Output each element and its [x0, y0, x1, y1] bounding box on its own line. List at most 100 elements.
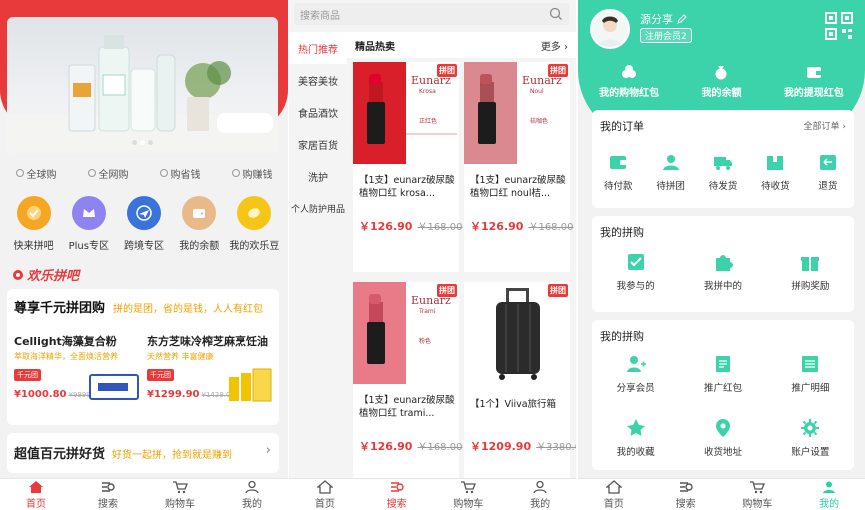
- order-pending-payment[interactable]: 待付款: [592, 152, 644, 192]
- product-image: Eunarz Noul 桔咖色: [464, 62, 570, 164]
- tab-mine[interactable]: 我的: [216, 479, 288, 510]
- product-panel: 精品热卖 更多 › Eunarz Krosa 正红色 拼团 【1支】eunarz…: [347, 32, 576, 478]
- promo-details[interactable]: 推广明细: [767, 354, 854, 394]
- price-value: ¥1299.90: [147, 389, 200, 400]
- home-screen: 全球购 全网购 购省钱 购赚钱 快来拼吧 Plus专区 跨境专区 我的余额 我的…: [0, 0, 288, 510]
- account-settings[interactable]: 账户设置: [767, 418, 854, 458]
- sidebar-item-care[interactable]: 洗护: [289, 160, 347, 192]
- tab-cart[interactable]: 购物车: [433, 479, 505, 510]
- product-subtitle: 萃取海洋精华，全面焕活营养: [14, 352, 118, 361]
- category-group-buy[interactable]: 快来拼吧: [6, 196, 61, 252]
- tab-search[interactable]: 搜索: [72, 479, 144, 510]
- star-icon: [626, 419, 645, 436]
- category-beans[interactable]: 我的欢乐豆: [227, 196, 282, 252]
- order-pending-shipment[interactable]: 待发货: [697, 152, 749, 192]
- tab-mine[interactable]: 我的: [504, 479, 576, 510]
- tab-cart[interactable]: 购物车: [144, 479, 216, 510]
- tab-home[interactable]: 首页: [578, 479, 650, 510]
- share-member[interactable]: 分享会员: [592, 354, 679, 394]
- product-card[interactable]: Cellight海藻复合粉 萃取海洋精华，全面焕活营养 千元团 ¥1000.80…: [14, 333, 142, 417]
- tab-label: 搜索: [675, 498, 696, 510]
- feature-label: 购省钱: [170, 169, 201, 181]
- stat-balance[interactable]: 我的余额: [701, 64, 741, 99]
- tab-label: 首页: [314, 498, 335, 510]
- feature-label: 全球购: [26, 169, 57, 181]
- more-link[interactable]: 更多 ›: [541, 38, 568, 53]
- my-favorites[interactable]: 我的收藏: [592, 418, 679, 458]
- shipping-address[interactable]: 收货地址: [679, 418, 766, 458]
- edit-icon[interactable]: [677, 14, 687, 24]
- shade-label: Noul: [530, 88, 544, 95]
- tab-search[interactable]: 搜索: [361, 479, 433, 510]
- tab-home[interactable]: 首页: [289, 479, 361, 510]
- search-icon[interactable]: [549, 7, 563, 21]
- category-label: 快来拼吧: [13, 241, 54, 252]
- username-text: 源分享: [640, 13, 673, 26]
- group-badge: 拼团: [548, 284, 568, 297]
- carousel-dots[interactable]: [7, 140, 278, 145]
- hundred-group-card[interactable]: 超值百元拼好货 好货一起拼，抢到就是赚到 ›: [7, 433, 279, 473]
- product-name: 【1支】eunarz破尿酸植物口红 noul桔...: [470, 175, 566, 199]
- bean-icon: [237, 196, 272, 230]
- product-card[interactable]: 拼团 【1个】Viiva旅行箱 ￥1209.90 ￥3380.0: [464, 282, 576, 478]
- avatar[interactable]: [590, 9, 630, 49]
- category-cross-border[interactable]: 跨境专区: [116, 196, 171, 252]
- sidebar-item-beauty[interactable]: 美容美妆: [289, 64, 347, 96]
- old-price: ￥168.00: [417, 442, 463, 453]
- order-pending-receipt[interactable]: 待收货: [749, 152, 801, 192]
- tab-search[interactable]: 搜索: [650, 479, 722, 510]
- feature-label: 购赚钱: [242, 169, 273, 181]
- group-buy-icon: [16, 196, 51, 230]
- product-image: Eunarz Krosa 正红色: [353, 62, 459, 164]
- category-balance[interactable]: 我的余额: [172, 196, 227, 252]
- sidebar-item-hot[interactable]: 热门推荐: [289, 32, 347, 64]
- sidebar-item-home[interactable]: 家居百货: [289, 128, 347, 160]
- money-bag-icon: [715, 66, 727, 80]
- product-title: Cellight海藻复合粉: [14, 335, 117, 348]
- category-plus[interactable]: Plus专区: [61, 196, 116, 252]
- card-title: 尊享千元拼团购: [14, 301, 106, 316]
- old-price: ￥168.00: [528, 222, 574, 233]
- order-refund[interactable]: 退货: [802, 152, 854, 192]
- price-value: ￥126.90: [470, 220, 524, 233]
- search-input[interactable]: 搜索商品: [294, 3, 569, 25]
- group-won[interactable]: 我拼中的: [679, 252, 766, 292]
- coins-icon: [622, 65, 637, 78]
- product-card[interactable]: Eunarz Krosa 正红色 拼团 【1支】eunarz破尿酸植物口红 kr…: [353, 62, 462, 272]
- order-label: 待发货: [708, 181, 738, 192]
- tab-cart[interactable]: 购物车: [722, 479, 794, 510]
- product-card[interactable]: 东方芝味冷榨芝麻烹饪油 天然营养 丰富健康 千元团 ¥1299.90 ¥1429.…: [147, 333, 275, 417]
- group-reward[interactable]: 拼购奖励: [767, 252, 854, 292]
- product-card[interactable]: Eunarz Noul 桔咖色 拼团 【1支】eunarz破尿酸植物口红 nou…: [464, 62, 574, 272]
- all-orders-link[interactable]: 全部订单 ›: [804, 119, 846, 132]
- stat-label: 我的提现红包: [783, 88, 844, 99]
- all-orders-label: 全部订单: [803, 122, 840, 132]
- tab-label: 购物车: [165, 498, 195, 510]
- user-icon: [823, 481, 836, 493]
- tab-home[interactable]: 首页: [0, 479, 72, 510]
- section-header: 精品热卖 更多 ›: [347, 32, 576, 58]
- sidebar-item-food[interactable]: 食品酒饮: [289, 96, 347, 128]
- product-card[interactable]: Eunarz Trami 粉色 拼团 【1支】eunarz破尿酸植物口红 tra…: [353, 282, 463, 478]
- product-image: Eunarz Trami 粉色: [353, 282, 459, 384]
- truck-icon: [714, 157, 733, 170]
- product-name: 【1个】Viiva旅行箱: [470, 399, 557, 410]
- group-badge: 拼团: [548, 64, 568, 77]
- stat-withdraw-redpacket[interactable]: 我的提现红包: [784, 64, 844, 99]
- qr-code-icon[interactable]: [825, 12, 853, 40]
- user-add-icon: [626, 356, 646, 372]
- group-joined[interactable]: 我参与的: [592, 252, 679, 292]
- gift-icon: [801, 257, 820, 271]
- tab-mine[interactable]: 我的: [793, 479, 865, 510]
- group-buy-card: 我的拼购 我参与的 我拼中的 拼购奖励: [592, 216, 854, 312]
- promotion-row-1: 分享会员 推广红包 推广明细: [592, 354, 854, 394]
- promo-redpacket[interactable]: 推广红包: [679, 354, 766, 394]
- shade-label: Trami: [419, 308, 436, 315]
- sidebar-item-protection[interactable]: 个人防护用品: [289, 192, 347, 224]
- gear-icon: [801, 419, 820, 437]
- search-icon: [102, 481, 115, 492]
- order-pending-group[interactable]: 待拼团: [644, 152, 696, 192]
- promo-banner[interactable]: [7, 17, 278, 153]
- promotion-label: 分享会员: [616, 383, 655, 394]
- stat-shopping-redpacket[interactable]: 我的购物红包: [599, 64, 659, 99]
